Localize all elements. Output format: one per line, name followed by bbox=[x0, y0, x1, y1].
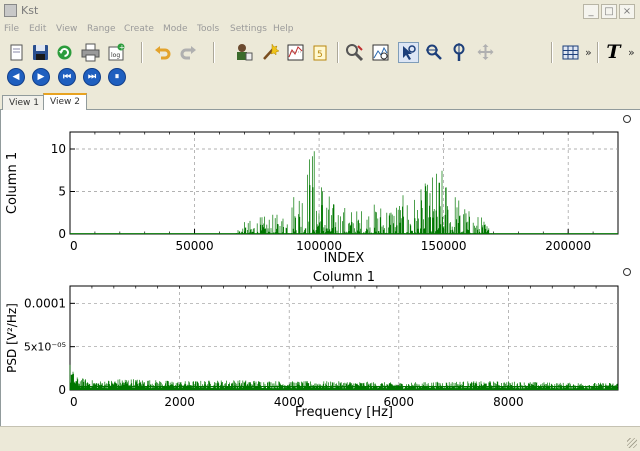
undo-icon[interactable] bbox=[152, 42, 173, 63]
zoom-icon[interactable] bbox=[344, 42, 365, 63]
tick-label-x: 0 bbox=[70, 395, 78, 409]
data-manager-icon[interactable] bbox=[233, 42, 254, 63]
save-icon[interactable] bbox=[30, 42, 51, 63]
tick-label-y: 0 bbox=[58, 227, 66, 241]
text-icon[interactable]: T bbox=[603, 42, 624, 63]
series-trace-1 bbox=[234, 151, 494, 234]
menu-settings[interactable]: Settings bbox=[230, 24, 267, 34]
plot2-menu-button[interactable] bbox=[623, 268, 631, 276]
toolbar-separator bbox=[551, 42, 553, 63]
window-title: Kst bbox=[21, 4, 39, 17]
tick-label-x: 200000 bbox=[545, 239, 591, 253]
tick-label-y: 5 bbox=[58, 185, 66, 199]
app-icon bbox=[4, 4, 17, 17]
mouse-zoom-icon[interactable] bbox=[398, 42, 419, 63]
status-bar bbox=[0, 426, 640, 451]
first-icon[interactable]: ⏮ bbox=[58, 68, 76, 86]
main-toolbar: log + 5 » T » bbox=[0, 39, 640, 66]
script-icon[interactable]: 5 bbox=[310, 42, 331, 63]
tab-view-2[interactable]: View 2 bbox=[43, 93, 87, 111]
maximize-button[interactable]: □ bbox=[601, 4, 617, 19]
svg-text:log: log bbox=[111, 52, 120, 59]
tick-label-y: 10 bbox=[51, 142, 66, 156]
tick-label-x: 8000 bbox=[493, 395, 524, 409]
back-icon[interactable]: ◀ bbox=[7, 68, 25, 86]
layout-icon[interactable] bbox=[370, 42, 391, 63]
last-icon[interactable]: ⏭ bbox=[83, 68, 101, 86]
toolbar-separator bbox=[337, 42, 339, 63]
tick-label-x: 50000 bbox=[175, 239, 213, 253]
tick-label-y: 0 bbox=[58, 383, 66, 397]
reload-icon[interactable] bbox=[54, 42, 75, 63]
x-zoom-icon[interactable] bbox=[424, 42, 445, 63]
plot2-xlabel: Frequency [Hz] bbox=[295, 405, 393, 420]
menu-bar: File Edit View Range Create Mode Tools S… bbox=[0, 23, 640, 39]
tied-zoom-icon[interactable] bbox=[475, 42, 496, 63]
plots-canvas[interactable]: 0 50000 100000 150000 2000000510 INDEX Colum… bbox=[1, 110, 640, 426]
menu-view[interactable]: View bbox=[56, 24, 77, 34]
tick-label-y: 0.0001 bbox=[24, 296, 66, 310]
menu-edit[interactable]: Edit bbox=[29, 24, 46, 34]
menu-range[interactable]: Range bbox=[87, 24, 116, 34]
svg-text:5: 5 bbox=[317, 50, 323, 60]
tab-view-1[interactable]: View 1 bbox=[2, 95, 46, 110]
plot1-frame bbox=[69, 131, 619, 235]
plot2-ylabel: PSD [V²/Hz] bbox=[5, 303, 19, 373]
tick-label-y: 5x10⁻⁰⁵ bbox=[24, 341, 66, 354]
menu-tools[interactable]: Tools bbox=[197, 24, 219, 34]
y-zoom-icon[interactable] bbox=[449, 42, 470, 63]
export-log-icon[interactable]: log + bbox=[106, 42, 127, 63]
tick-label-x: 0 bbox=[70, 239, 78, 253]
toolbar-overflow-button[interactable]: » bbox=[585, 46, 592, 59]
plot1-menu-button[interactable] bbox=[623, 115, 631, 123]
toolbar-separator bbox=[213, 42, 215, 63]
minimize-button[interactable]: _ bbox=[583, 4, 599, 19]
svg-text:+: + bbox=[119, 44, 125, 52]
tick-label-x: 150000 bbox=[421, 239, 467, 253]
tab-bar: View 1 View 2 bbox=[0, 93, 640, 111]
data-wizard-icon[interactable] bbox=[259, 42, 280, 63]
plot2-title: Column 1 bbox=[313, 270, 375, 285]
redo-icon[interactable] bbox=[178, 42, 199, 63]
menu-create[interactable]: Create bbox=[124, 24, 154, 34]
print-icon[interactable] bbox=[80, 42, 101, 63]
plot2-frame bbox=[69, 285, 619, 391]
close-button[interactable]: × bbox=[619, 4, 635, 19]
forward-icon[interactable]: ▶ bbox=[32, 68, 50, 86]
menu-mode[interactable]: Mode bbox=[163, 24, 188, 34]
grid-icon[interactable] bbox=[560, 42, 581, 63]
toolbar-separator bbox=[597, 42, 599, 63]
resize-grip[interactable] bbox=[627, 438, 637, 448]
pause-icon[interactable]: ⏸ bbox=[108, 68, 126, 86]
menu-file[interactable]: File bbox=[4, 24, 19, 34]
tick-label-x: 2000 bbox=[164, 395, 195, 409]
navigation-toolbar: ◀ ▶ ⏮ ⏭ ⏸ bbox=[0, 66, 640, 91]
plot1-xlabel: INDEX bbox=[324, 251, 365, 266]
toolbar-separator bbox=[141, 42, 143, 63]
new-icon[interactable] bbox=[6, 42, 27, 63]
menu-help[interactable]: Help bbox=[273, 24, 294, 34]
toolbar-overflow-button-2[interactable]: » bbox=[628, 46, 635, 59]
plot-icon[interactable] bbox=[285, 42, 306, 63]
plot1-ylabel: Column 1 bbox=[5, 152, 20, 214]
title-bar: Kst _ □ × bbox=[0, 0, 640, 22]
plot-view[interactable]: 0 50000 100000 150000 200000 0 5 10 INDEX Colum… bbox=[0, 110, 640, 426]
